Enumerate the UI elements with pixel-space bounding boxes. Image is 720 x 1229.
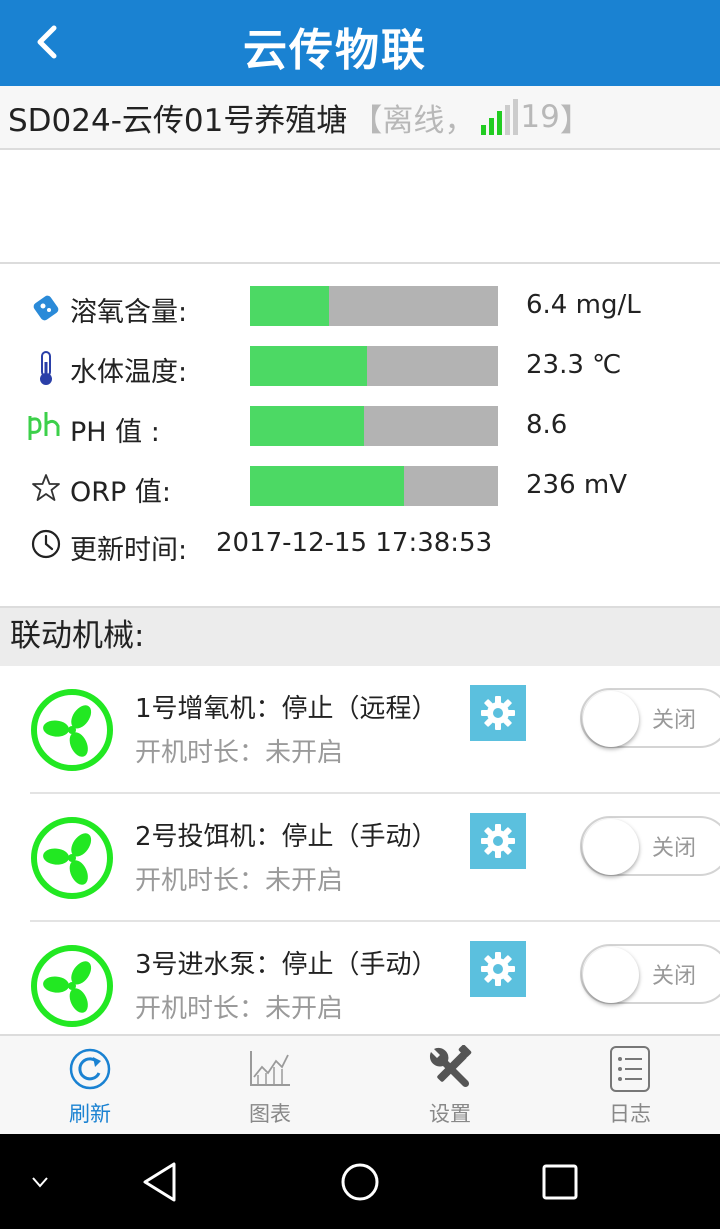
toggle-knob [583, 819, 639, 875]
log-icon [606, 1044, 654, 1094]
pond-name: SD024-云传01号养殖塘 [8, 102, 348, 139]
tab-label: 日志 [609, 1102, 651, 1126]
sensor-value: 6.4 mg/L [526, 290, 641, 320]
page-title: 云传物联 [243, 25, 427, 76]
tab-refresh[interactable]: 刷新 [0, 1036, 180, 1136]
device-runtime: 开机时长：未开启 [135, 738, 344, 768]
sensor-panel: 溶氧含量: 6.4 mg/L 水体温度: 23.3 ℃ PH 值 : 8.6 O… [0, 266, 720, 606]
temperature-level-bar [250, 346, 498, 386]
nav-recents-button[interactable] [530, 1134, 590, 1229]
signal-value: 19 [520, 99, 560, 135]
status-prefix: 【离线， [351, 102, 476, 139]
sensor-label: ORP 值: [70, 477, 171, 508]
gear-icon [481, 696, 515, 730]
update-time-label: 更新时间: [70, 535, 188, 566]
tab-settings[interactable]: 设置 [360, 1036, 540, 1136]
device-power-toggle[interactable]: 关闭 [580, 816, 720, 876]
status-suffix: 】 [559, 102, 591, 139]
linked-machinery-header: 联动机械: [0, 606, 720, 666]
device-list: 1号增氧机：停止（远程） 开机时长：未开启 关闭 2号投饵机：停止（手动） 开机… [0, 666, 720, 1034]
square-recents-icon [542, 1164, 578, 1199]
gear-icon [481, 824, 515, 858]
tab-log[interactable]: 日志 [540, 1036, 720, 1136]
device-settings-button[interactable] [470, 813, 526, 869]
sensor-value: 23.3 ℃ [526, 350, 622, 380]
fan-icon [31, 945, 113, 1027]
device-runtime: 开机时长：未开启 [135, 866, 344, 896]
sensor-value: 236 mV [526, 470, 628, 500]
pond-status: 【离线， 19 】 [351, 95, 591, 140]
orp-level-bar [250, 466, 498, 506]
nav-back-button[interactable] [130, 1134, 190, 1229]
bar-fill [250, 466, 404, 506]
refresh-icon [66, 1044, 114, 1094]
sensor-label: PH 值 : [70, 417, 160, 448]
tab-label: 刷新 [69, 1102, 111, 1126]
fan-icon [31, 689, 113, 771]
ph-icon [28, 410, 64, 446]
device-power-toggle[interactable]: 关闭 [580, 688, 720, 748]
sensor-label: 溶氧含量: [70, 297, 188, 328]
chevron-down-icon [32, 1176, 48, 1188]
thermometer-icon [28, 350, 64, 386]
sensor-row-temperature: 水体温度: 23.3 ℃ [0, 346, 720, 396]
clock-icon [28, 526, 64, 562]
ph-level-bar [250, 406, 498, 446]
update-time-value: 2017-12-15 17:38:53 [216, 528, 493, 558]
device-name: 2号投饵机：停止（手动） [135, 822, 438, 852]
bar-fill [250, 406, 365, 446]
device-item: 2号投饵机：停止（手动） 开机时长：未开启 关闭 [0, 794, 720, 922]
device-settings-button[interactable] [470, 941, 526, 997]
toggle-label: 关闭 [652, 708, 697, 733]
sensor-value: 8.6 [526, 410, 568, 440]
tab-chart[interactable]: 图表 [180, 1036, 360, 1136]
tab-label: 设置 [429, 1102, 471, 1126]
device-power-toggle[interactable]: 关闭 [580, 944, 720, 1004]
toggle-knob [583, 947, 639, 1003]
circle-home-icon [341, 1163, 379, 1200]
device-item: 1号增氧机：停止（远程） 开机时长：未开启 关闭 [0, 666, 720, 794]
chart-icon [246, 1044, 294, 1094]
sensor-row-ph: PH 值 : 8.6 [0, 406, 720, 456]
gear-icon [481, 952, 515, 986]
device-item: 3号进水泵：停止（手动） 开机时长：未开启 关闭 [0, 922, 720, 1034]
dissolved-oxygen-icon [28, 290, 64, 326]
pond-title-bar: SD024-云传01号养殖塘 【离线， 19 】 [0, 86, 720, 150]
tab-label: 图表 [249, 1102, 291, 1126]
oxygen-level-bar [250, 286, 498, 326]
tools-icon [426, 1044, 474, 1094]
bar-fill [250, 346, 367, 386]
system-navigation-bar [0, 1134, 720, 1229]
sensor-label: 水体温度: [70, 357, 188, 388]
update-time-row: 更新时间: 2017-12-15 17:38:53 [0, 526, 720, 566]
toggle-knob [583, 691, 639, 747]
fan-icon [31, 817, 113, 899]
bottom-tab-bar: 刷新 图表 设置 日志 [0, 1034, 720, 1134]
signal-strength-icon [481, 99, 519, 135]
banner-area [0, 150, 720, 264]
star-icon [28, 470, 64, 506]
bar-fill [250, 286, 330, 326]
device-settings-button[interactable] [470, 685, 526, 741]
device-runtime: 开机时长：未开启 [135, 994, 344, 1024]
sensor-row-oxygen: 溶氧含量: 6.4 mg/L [0, 286, 720, 336]
triangle-back-icon [143, 1162, 176, 1201]
toggle-label: 关闭 [652, 836, 697, 861]
device-name: 3号进水泵：停止（手动） [135, 950, 438, 980]
app-header: 云传物联 [0, 0, 720, 86]
sensor-row-orp: ORP 值: 236 mV [0, 466, 720, 516]
toggle-label: 关闭 [652, 964, 697, 989]
nav-collapse-button[interactable] [20, 1134, 60, 1229]
nav-home-button[interactable] [330, 1134, 390, 1229]
device-name: 1号增氧机：停止（远程） [135, 694, 438, 724]
